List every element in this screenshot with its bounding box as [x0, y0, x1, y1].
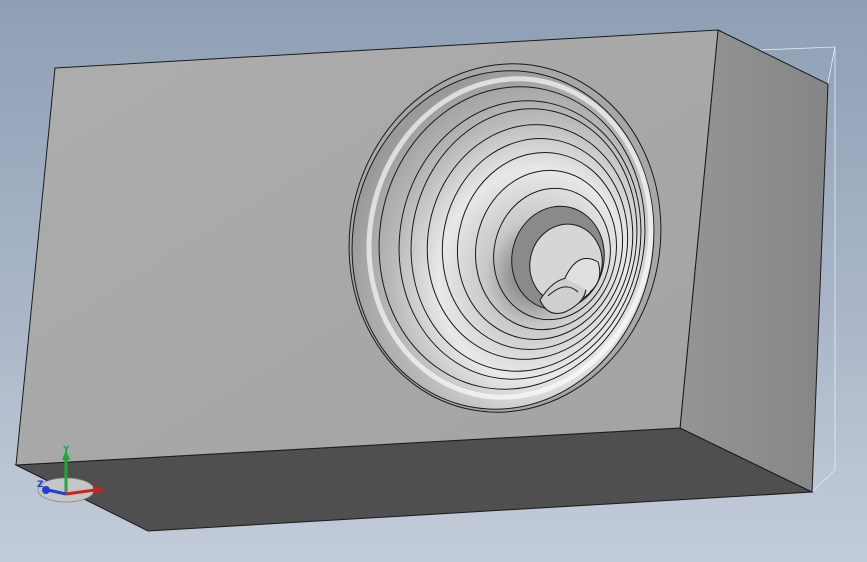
x-axis-label: X [97, 487, 104, 497]
cad-3d-viewport[interactable]: Y X Z [0, 0, 867, 562]
model-canvas[interactable]: Y X Z [0, 0, 867, 562]
y-axis-label: Y [62, 445, 70, 455]
z-axis-label: Z [37, 480, 44, 490]
